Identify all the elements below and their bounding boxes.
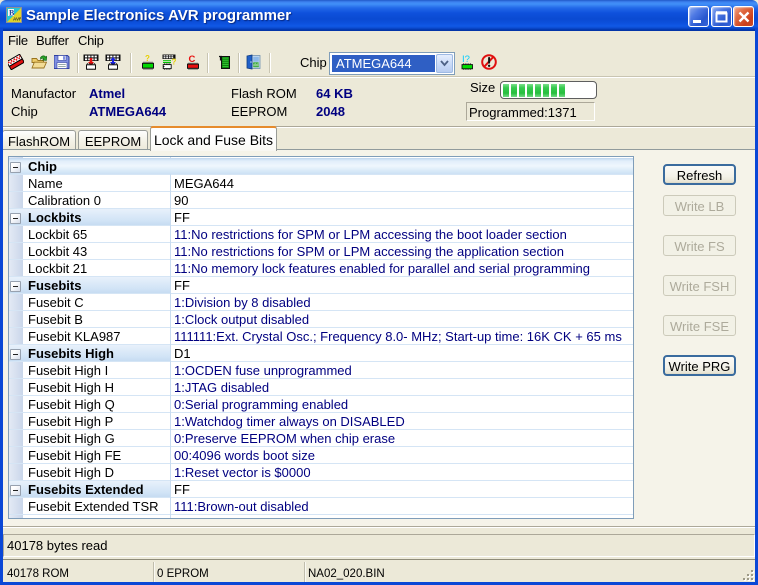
svg-text:I?: I? xyxy=(462,54,470,65)
svg-text:AVR: AVR xyxy=(13,17,22,22)
svg-text:?: ? xyxy=(145,54,150,63)
svg-text:C: C xyxy=(189,54,196,65)
svg-text:?: ? xyxy=(172,58,177,67)
